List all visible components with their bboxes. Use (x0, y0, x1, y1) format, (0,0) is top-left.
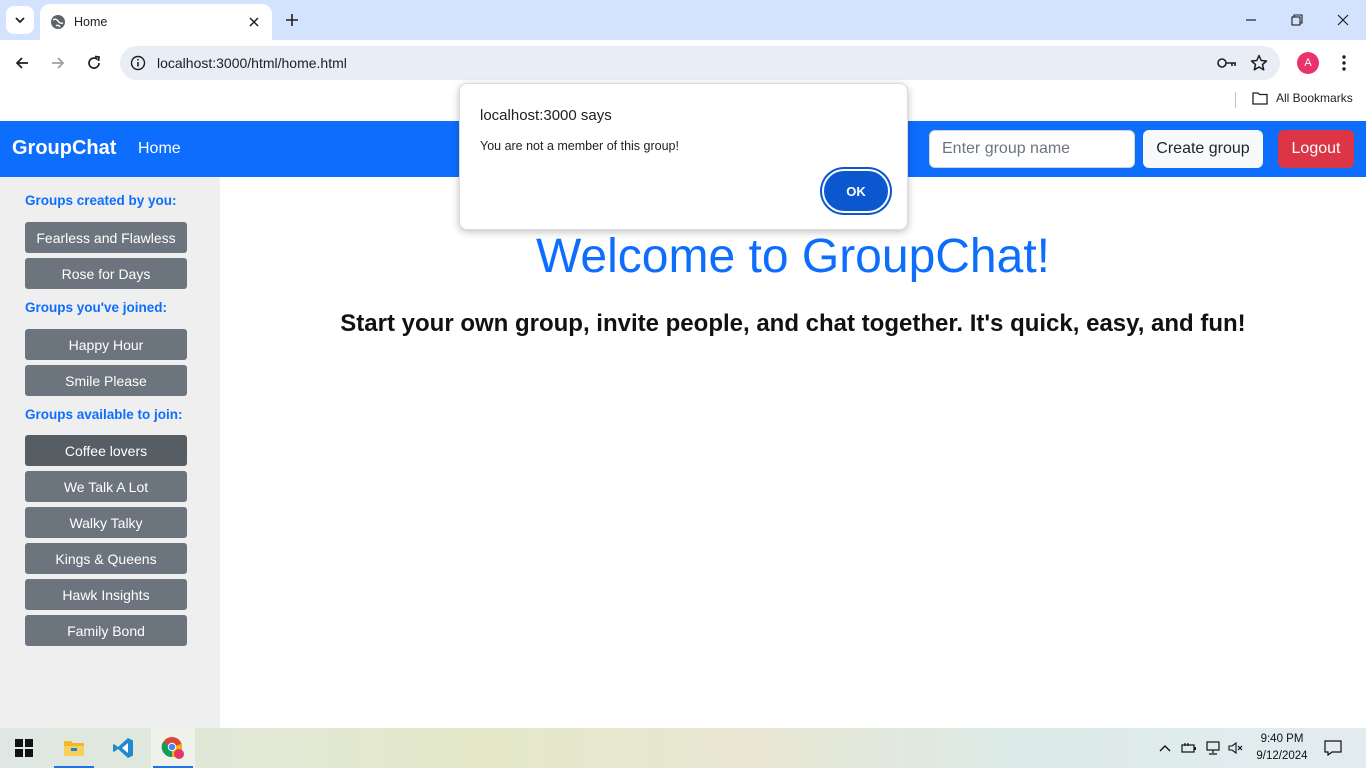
group-button-rose-for-days[interactable]: Rose for Days (25, 258, 187, 289)
tab-title: Home (74, 15, 108, 29)
group-button-kings-and-queens[interactable]: Kings & Queens (25, 543, 187, 574)
site-info-icon[interactable] (130, 55, 146, 71)
joined-groups-heading: Groups you've joined: (25, 300, 167, 315)
alert-dialog: localhost:3000 says You are not a member… (459, 83, 908, 230)
more-vert-icon (1342, 55, 1346, 71)
welcome-subtitle: Start your own group, invite people, and… (340, 310, 1246, 337)
available-groups-heading: Groups available to join: (25, 407, 183, 422)
taskbar-file-explorer[interactable] (52, 728, 96, 768)
group-button-smile-please[interactable]: Smile Please (25, 365, 187, 396)
group-button-happy-hour[interactable]: Happy Hour (25, 329, 187, 360)
all-bookmarks-label: All Bookmarks (1276, 91, 1353, 105)
group-name-input[interactable] (929, 130, 1135, 168)
vscode-icon (113, 738, 133, 758)
taskbar-vscode[interactable] (101, 728, 145, 768)
address-bar[interactable]: localhost:3000/html/home.html (120, 46, 1280, 80)
nav-home-link[interactable]: Home (138, 140, 181, 158)
start-button[interactable] (2, 728, 46, 768)
bookmark-star-icon[interactable] (1248, 52, 1270, 74)
group-button-walky-talky[interactable]: Walky Talky (25, 507, 187, 538)
close-icon (1337, 14, 1349, 26)
minimize-button[interactable] (1228, 0, 1274, 40)
forward-button[interactable] (44, 49, 72, 77)
notification-center-icon[interactable] (1322, 738, 1344, 758)
windows-taskbar: 9:40 PM 9/12/2024 (0, 728, 1366, 768)
taskbar-chrome[interactable] (151, 728, 195, 768)
brand-logo[interactable]: GroupChat (12, 137, 116, 160)
password-key-icon[interactable] (1216, 52, 1238, 74)
close-window-button[interactable] (1320, 0, 1366, 40)
chrome-icon (161, 737, 184, 759)
plus-icon (286, 14, 298, 26)
reload-button[interactable] (80, 49, 108, 77)
browser-menu-button[interactable] (1334, 52, 1354, 74)
close-tab-icon[interactable] (246, 14, 262, 30)
dialog-message: You are not a member of this group! (480, 139, 679, 153)
profile-avatar[interactable]: A (1297, 52, 1319, 74)
group-button-coffee-lovers[interactable]: Coffee lovers (25, 435, 187, 466)
groups-sidebar: Groups created by you: Fearless and Flaw… (0, 177, 220, 728)
clock-time: 9:40 PM (1260, 733, 1304, 745)
created-groups-heading: Groups created by you: (25, 193, 177, 208)
create-group-button[interactable]: Create group (1143, 130, 1263, 168)
browser-toolbar: localhost:3000/html/home.html A (0, 40, 1366, 86)
all-bookmarks-button[interactable]: All Bookmarks (1252, 91, 1353, 105)
file-explorer-icon (64, 741, 84, 756)
battery-icon[interactable] (1181, 740, 1197, 756)
minimize-icon (1246, 19, 1256, 21)
network-icon[interactable] (1205, 740, 1221, 756)
chevron-down-icon (15, 17, 25, 24)
browser-tabstrip: Home (0, 0, 1366, 40)
arrow-right-icon (52, 57, 65, 69)
url-text[interactable]: localhost:3000/html/home.html (157, 55, 1216, 71)
taskbar-clock[interactable]: 9:40 PM 9/12/2024 (1250, 731, 1314, 765)
logout-button[interactable]: Logout (1278, 130, 1354, 168)
clock-date: 9/12/2024 (1256, 750, 1308, 762)
new-tab-button[interactable] (282, 10, 302, 30)
group-button-fearless-and-flawless[interactable]: Fearless and Flawless (25, 222, 187, 253)
reload-icon (88, 55, 100, 69)
tab-search-button[interactable] (6, 6, 34, 34)
folder-icon (1252, 91, 1268, 105)
welcome-heading: Welcome to GroupChat! (535, 230, 1050, 283)
group-button-we-talk-a-lot[interactable]: We Talk A Lot (25, 471, 187, 502)
back-button[interactable] (8, 49, 36, 77)
windows-logo-icon (15, 739, 33, 757)
volume-muted-icon[interactable] (1228, 740, 1244, 756)
show-hidden-icons-chevron-icon[interactable] (1157, 740, 1173, 756)
browser-tab-home[interactable]: Home (40, 4, 272, 40)
restore-icon (1291, 14, 1303, 26)
restore-button[interactable] (1274, 0, 1320, 40)
group-button-family-bond[interactable]: Family Bond (25, 615, 187, 646)
group-button-hawk-insights[interactable]: Hawk Insights (25, 579, 187, 610)
globe-icon (50, 14, 66, 30)
dialog-title: localhost:3000 says (480, 107, 612, 124)
arrow-left-icon (15, 57, 28, 69)
dialog-ok-button[interactable]: OK (822, 169, 890, 213)
bookmarks-separator (1235, 92, 1236, 108)
